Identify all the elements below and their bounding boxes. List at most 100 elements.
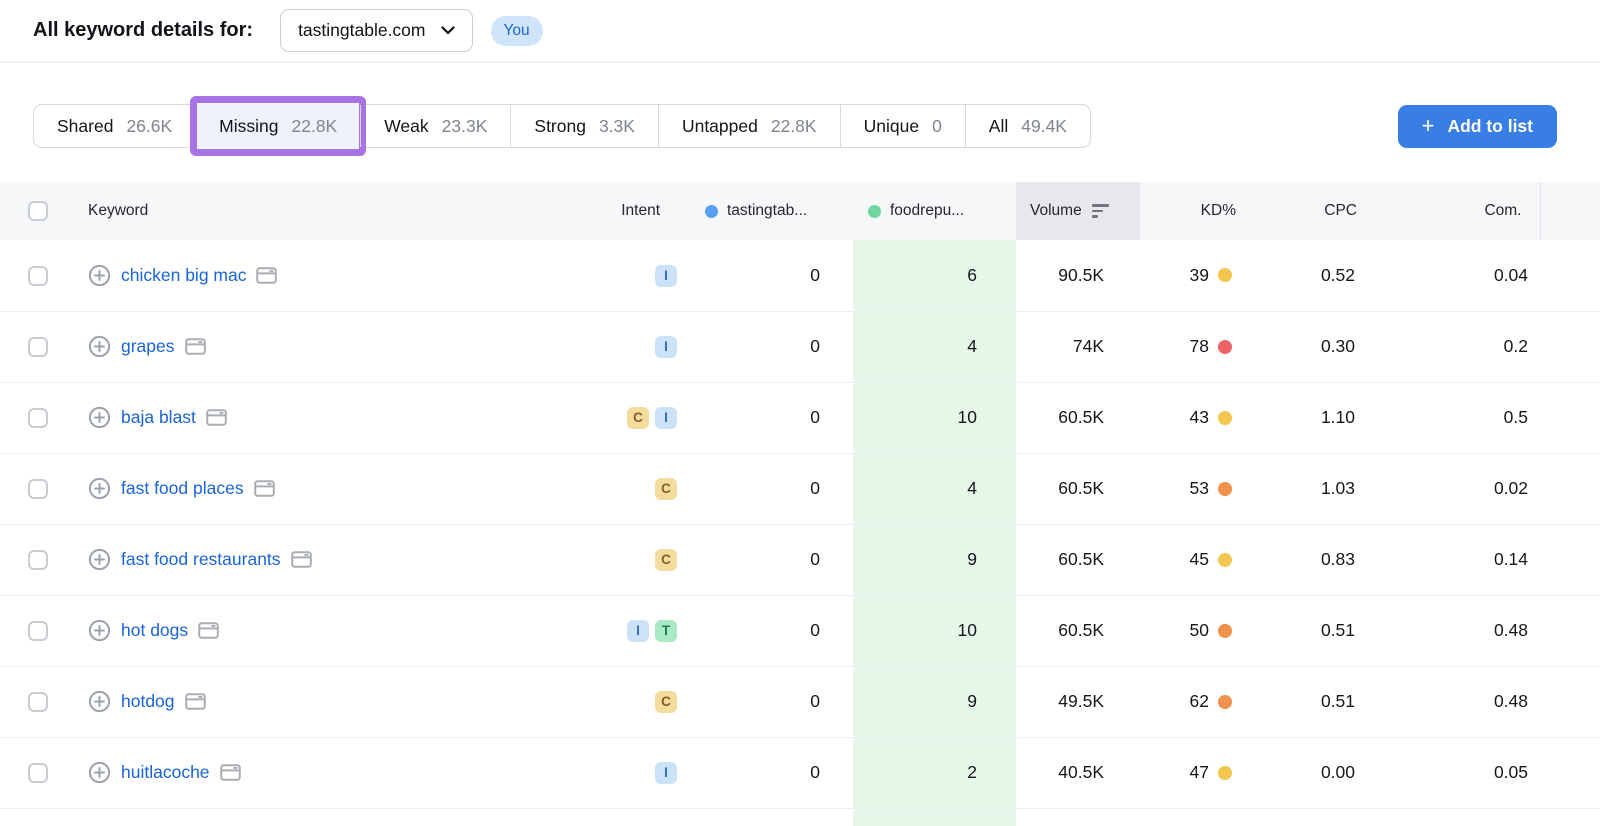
- domain-selector-value: tastingtable.com: [298, 20, 425, 41]
- competitor1-position: 0: [685, 382, 853, 453]
- kd-value: 45: [1190, 549, 1209, 570]
- expand-plus-icon[interactable]: [88, 690, 111, 713]
- intent-badge-c: C: [655, 478, 677, 500]
- row-checkbox[interactable]: [28, 337, 48, 357]
- com-value: 0.48: [1395, 595, 1540, 666]
- keyword-link[interactable]: baja blast: [121, 407, 196, 428]
- cpc-value: 0.51: [1272, 595, 1395, 666]
- intent-badge-i: I: [655, 407, 677, 429]
- serp-features-icon[interactable]: [220, 764, 241, 781]
- tab-untapped[interactable]: Untapped 22.8K: [658, 105, 840, 147]
- keyword-link[interactable]: grapes: [121, 336, 175, 357]
- intent-cell: C: [600, 453, 685, 524]
- keyword-link[interactable]: huitlacoche: [121, 762, 210, 783]
- column-header-competitor1[interactable]: tastingtab...: [705, 202, 853, 220]
- column-header-keyword[interactable]: Keyword: [64, 182, 600, 240]
- competitor1-position: 0: [685, 453, 853, 524]
- table-row: baja blast CI 0 10 60.5K: [0, 382, 1600, 453]
- keyword-link[interactable]: hot dogs: [121, 620, 188, 641]
- serp-features-icon[interactable]: [256, 267, 277, 284]
- expand-plus-icon[interactable]: [88, 477, 111, 500]
- competitor2-position: 10: [853, 595, 1016, 666]
- table-row: huitlacoche I 0 2 40.5K: [0, 737, 1600, 808]
- kd-value: 50: [1190, 620, 1209, 641]
- row-checkbox[interactable]: [28, 763, 48, 783]
- table-row: fast food restaurants C 0 9 60.5K: [0, 524, 1600, 595]
- tab-unique-count: 0: [932, 116, 942, 137]
- competitor1-dot-icon: [705, 205, 718, 218]
- serp-features-icon[interactable]: [198, 622, 219, 639]
- serp-features-icon[interactable]: [291, 551, 312, 568]
- row-checkbox[interactable]: [28, 408, 48, 428]
- competitor2-position: 4: [853, 453, 1016, 524]
- intent-cell: CI: [600, 382, 685, 453]
- serp-features-icon[interactable]: [185, 693, 206, 710]
- toolbar: Shared 26.6K Missing 22.8K Weak 23.3K St…: [33, 104, 1557, 148]
- volume-value: 90.5K: [1016, 240, 1140, 311]
- domain-selector-dropdown[interactable]: tastingtable.com: [280, 9, 472, 52]
- expand-plus-icon[interactable]: [88, 406, 111, 429]
- tab-weak-count: 23.3K: [442, 116, 488, 137]
- expand-plus-icon[interactable]: [88, 335, 111, 358]
- expand-plus-icon[interactable]: [88, 619, 111, 642]
- you-badge: You: [491, 16, 543, 46]
- keyword-link[interactable]: fast food restaurants: [121, 549, 281, 570]
- column-header-com[interactable]: Com.: [1395, 182, 1540, 240]
- intent-badge-i: I: [655, 762, 677, 784]
- row-checkbox[interactable]: [28, 621, 48, 641]
- row-checkbox[interactable]: [28, 479, 48, 499]
- tab-unique[interactable]: Unique 0: [840, 105, 965, 147]
- competitor2-position: 4: [853, 311, 1016, 382]
- tab-missing[interactable]: Missing 22.8K: [195, 105, 360, 147]
- intent-badge-t: T: [655, 620, 677, 642]
- keyword-link[interactable]: hotdog: [121, 691, 175, 712]
- volume-value: 49.5K: [1016, 666, 1140, 737]
- row-checkbox[interactable]: [28, 550, 48, 570]
- keyword-link[interactable]: chicken big mac: [121, 265, 246, 286]
- com-value: 0.14: [1395, 524, 1540, 595]
- volume-value: 60.5K: [1016, 453, 1140, 524]
- kd-value: 62: [1190, 691, 1209, 712]
- expand-plus-icon[interactable]: [88, 761, 111, 784]
- volume-value: 40.5K: [1016, 737, 1140, 808]
- intent-cell: IT: [600, 595, 685, 666]
- kd-difficulty-dot: [1218, 553, 1232, 567]
- tab-missing-count: 22.8K: [292, 116, 338, 137]
- row-checkbox[interactable]: [28, 266, 48, 286]
- competitor2-position: 2: [853, 737, 1016, 808]
- select-all-checkbox[interactable]: [28, 201, 48, 221]
- tab-shared[interactable]: Shared 26.6K: [34, 105, 195, 147]
- plus-icon: +: [1422, 115, 1435, 137]
- column-header-kd[interactable]: KD%: [1140, 182, 1272, 240]
- tab-all[interactable]: All 49.4K: [965, 105, 1090, 147]
- kd-difficulty-dot: [1218, 766, 1232, 780]
- kd-difficulty-dot: [1218, 411, 1232, 425]
- tab-strong-count: 3.3K: [599, 116, 635, 137]
- column-header-cpc[interactable]: CPC: [1272, 182, 1395, 240]
- row-checkbox[interactable]: [28, 692, 48, 712]
- expand-plus-icon[interactable]: [88, 264, 111, 287]
- tab-strong[interactable]: Strong 3.3K: [510, 105, 658, 147]
- tab-all-count: 49.4K: [1021, 116, 1067, 137]
- column-header-intent[interactable]: Intent: [600, 182, 685, 240]
- serp-features-icon[interactable]: [254, 480, 275, 497]
- column-header-volume[interactable]: Volume: [1030, 202, 1140, 220]
- competitor1-position: 0: [685, 240, 853, 311]
- intent-cell: I: [600, 240, 685, 311]
- keyword-link[interactable]: fast food places: [121, 478, 244, 499]
- table-row: hot dogs IT 0 10 60.5K: [0, 595, 1600, 666]
- kd-value: 39: [1190, 265, 1209, 286]
- intent-badge-i: I: [627, 620, 649, 642]
- add-to-list-button[interactable]: + Add to list: [1398, 105, 1557, 148]
- serp-features-icon[interactable]: [206, 409, 227, 426]
- competitor1-position: 0: [685, 524, 853, 595]
- column-header-competitor2[interactable]: foodrepu...: [868, 202, 1016, 220]
- cpc-value: 0.30: [1272, 311, 1395, 382]
- serp-features-icon[interactable]: [185, 338, 206, 355]
- intent-badge-i: I: [655, 336, 677, 358]
- competitor1-position: 0: [685, 666, 853, 737]
- expand-plus-icon[interactable]: [88, 548, 111, 571]
- tab-weak[interactable]: Weak 23.3K: [360, 105, 510, 147]
- sort-descending-icon: [1092, 204, 1109, 218]
- keyword-table: Keyword Intent tastingtab... foodrepu...: [0, 182, 1600, 809]
